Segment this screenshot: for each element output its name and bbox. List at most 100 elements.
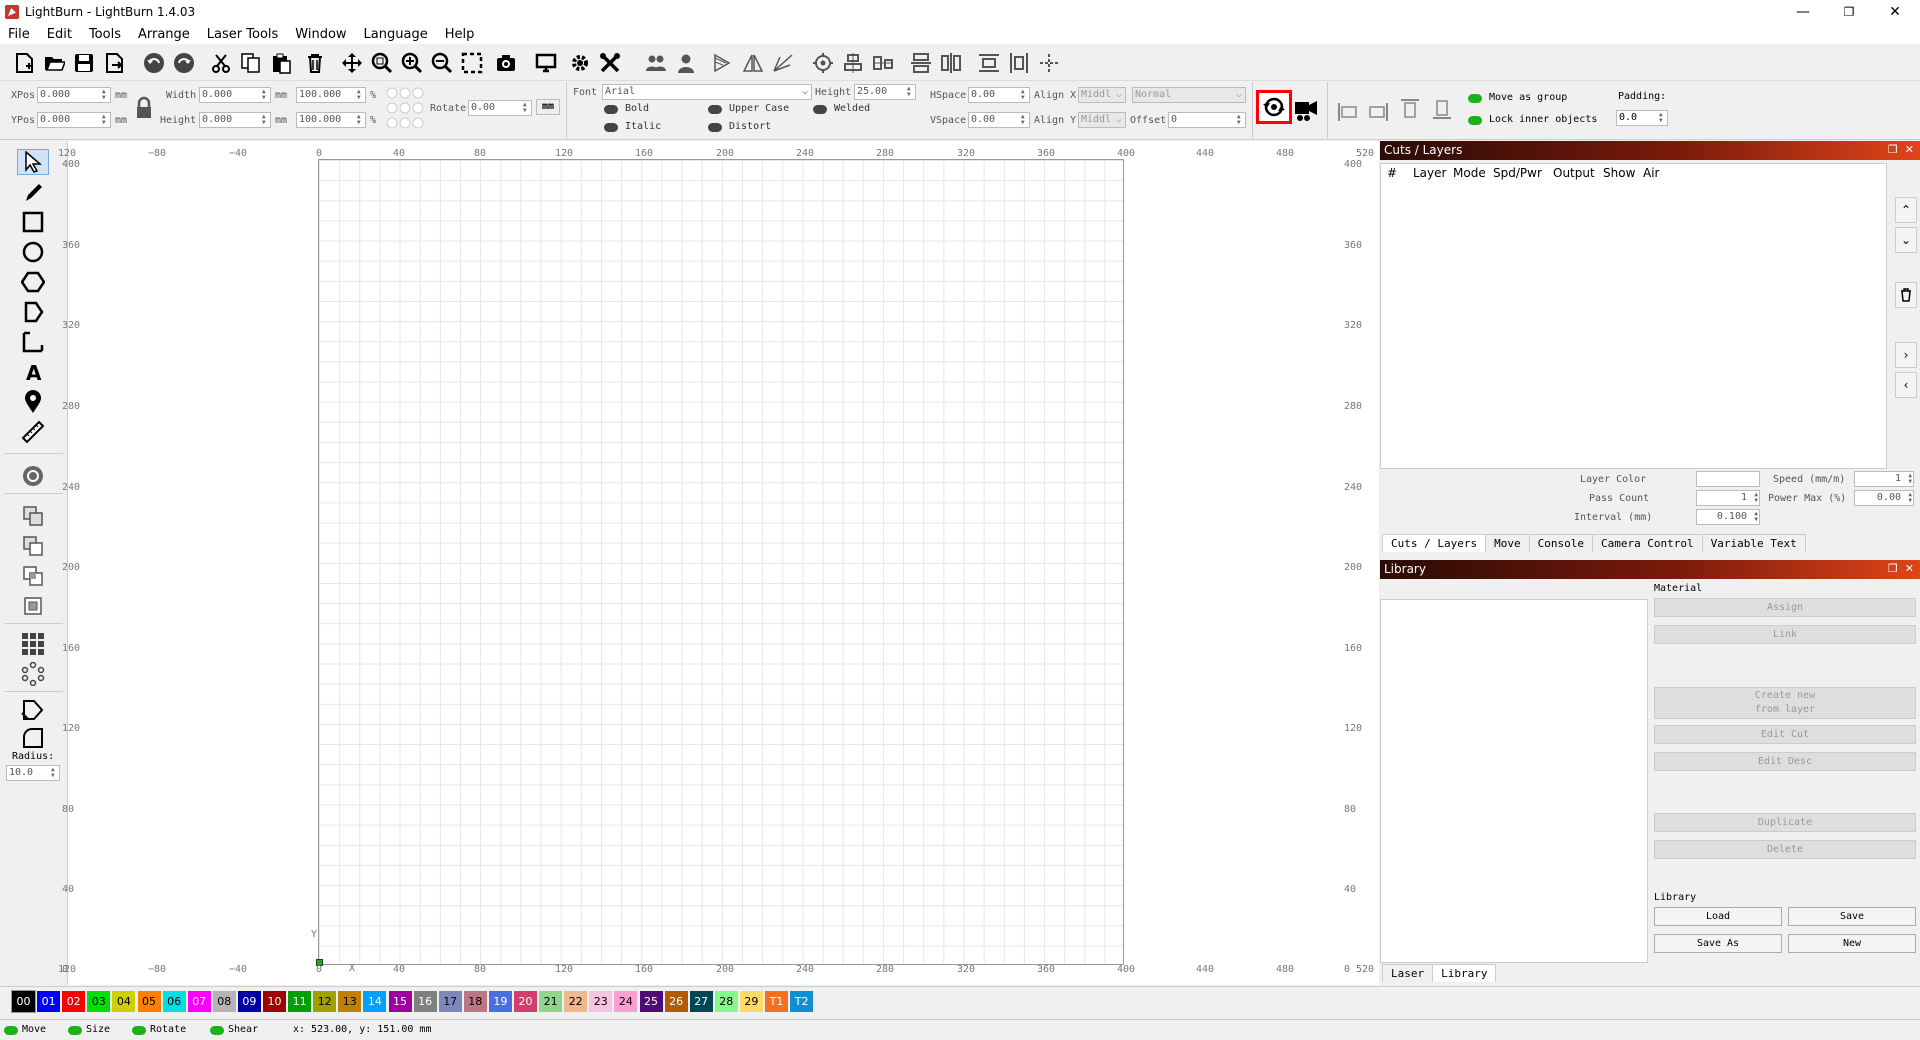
text-style-select[interactable]: Normal ⌵ (1132, 87, 1246, 103)
palette-swatch-12[interactable]: 12 (313, 991, 337, 1012)
palette-swatch-T2[interactable]: T2 (790, 991, 814, 1012)
distort-toggle[interactable] (708, 123, 722, 132)
save-icon[interactable] (71, 50, 97, 76)
save-library-button[interactable]: Save (1788, 907, 1916, 926)
move-layer-down-icon[interactable]: ⌄ (1895, 227, 1917, 253)
edit-cut-button[interactable]: Edit Cut (1654, 725, 1916, 744)
palette-swatch-06[interactable]: 06 (162, 991, 186, 1012)
delete-material-button[interactable]: Delete (1654, 840, 1916, 859)
align-top-edge-icon[interactable] (1399, 98, 1421, 124)
align-y-select[interactable]: Middl ⌵ (1078, 112, 1126, 128)
palette-swatch-T1[interactable]: T1 (765, 991, 788, 1012)
anchor-grid-icon[interactable] (386, 85, 426, 137)
align-right-edge-icon[interactable] (1367, 101, 1389, 127)
move-as-group-toggle[interactable] (1468, 94, 1482, 103)
create-from-layer-button[interactable]: Create new from layer (1654, 687, 1916, 719)
undo-icon[interactable] (141, 50, 167, 76)
shear-status-toggle[interactable] (210, 1026, 224, 1035)
pass-count-input[interactable]: 1 ▲ ▼ (1696, 490, 1760, 506)
boolean-subtract-icon[interactable] (17, 533, 49, 559)
power-max-input[interactable]: 0.00 ▲ ▼ (1854, 490, 1914, 506)
corner-radius-icon[interactable] (17, 725, 49, 751)
hspace-input[interactable]: 0.00 ▲ ▼ (968, 87, 1030, 103)
palette-swatch-07[interactable]: 07 (187, 991, 211, 1012)
xpos-input[interactable]: 0.000 ▲ ▼ (37, 87, 111, 103)
palette-swatch-02[interactable]: 02 (62, 991, 86, 1012)
mirror-icon[interactable] (740, 50, 766, 76)
speed-input[interactable]: 1 ▲ ▼ (1854, 471, 1914, 487)
palette-swatch-04[interactable]: 04 (112, 991, 136, 1012)
palette-swatch-13[interactable]: 13 (338, 991, 362, 1012)
tab-library[interactable]: Library (1432, 964, 1497, 982)
float-panel-icon[interactable]: ❐ (1888, 562, 1898, 575)
palette-swatch-19[interactable]: 19 (488, 991, 512, 1012)
paste-icon[interactable] (268, 50, 294, 76)
save-as-library-button[interactable]: Save As (1654, 934, 1782, 953)
menu-tools[interactable]: Tools (89, 27, 121, 42)
font-select[interactable]: Arial ⌵ (602, 84, 812, 100)
width-percent-input[interactable]: 100.000 ▲ ▼ (296, 87, 366, 103)
open-file-icon[interactable] (41, 50, 67, 76)
lock-inner-objects-toggle[interactable] (1468, 116, 1482, 125)
layer-color-swatch[interactable] (1696, 471, 1760, 487)
edit-desc-button[interactable]: Edit Desc (1654, 752, 1916, 771)
padding-input[interactable]: 0.0 ▲ ▼ (1616, 110, 1668, 126)
tab-console[interactable]: Console (1528, 534, 1593, 552)
polygon-tool-icon[interactable] (17, 269, 49, 295)
grid-array-icon[interactable] (17, 631, 49, 657)
close-panel-icon[interactable]: ✕ (1905, 562, 1914, 575)
offset-input[interactable]: 0 ▲ ▼ (1168, 112, 1246, 128)
export-icon[interactable] (101, 50, 127, 76)
palette-swatch-05[interactable]: 05 (137, 991, 161, 1012)
align-rows-icon[interactable] (908, 50, 934, 76)
rotate-status-toggle[interactable] (132, 1026, 146, 1035)
expand-right-icon[interactable]: › (1895, 342, 1917, 368)
machine-settings-icon[interactable] (597, 50, 623, 76)
minimize-button[interactable]: — (1780, 0, 1826, 24)
palette-swatch-24[interactable]: 24 (614, 991, 638, 1012)
menu-laser-tools[interactable]: Laser Tools (207, 27, 278, 42)
center-target-icon[interactable] (810, 50, 836, 76)
ellipse-tool-icon[interactable] (17, 239, 49, 265)
align-left-edge-icon[interactable] (1337, 101, 1359, 127)
boolean-union-icon[interactable] (17, 503, 49, 529)
select-tool-icon[interactable] (17, 149, 49, 175)
height-percent-input[interactable]: 100.000 ▲ ▼ (296, 112, 366, 128)
italic-toggle[interactable] (604, 123, 618, 132)
palette-swatch-00[interactable]: 00 (11, 990, 36, 1013)
tab-variable-text[interactable]: Variable Text (1701, 534, 1806, 552)
palette-swatch-28[interactable]: 28 (714, 991, 738, 1012)
tab-cuts-layers[interactable]: Cuts / Layers (1382, 534, 1487, 552)
settings-gear-icon[interactable] (567, 50, 593, 76)
units-toggle-button[interactable]: mm (536, 99, 560, 115)
font-height-input[interactable]: 25.00 ▲ ▼ (854, 84, 916, 100)
align-distribute-icon[interactable] (870, 50, 896, 76)
boolean-intersect-icon[interactable] (17, 563, 49, 589)
ypos-input[interactable]: 0.000 ▲ ▼ (37, 112, 111, 128)
copy-icon[interactable] (238, 50, 264, 76)
load-library-button[interactable]: Load (1654, 907, 1782, 926)
align-center-icon[interactable] (840, 50, 866, 76)
menu-arrange[interactable]: Arrange (138, 27, 190, 42)
upper-case-toggle[interactable] (708, 105, 722, 114)
new-file-icon[interactable] (11, 50, 37, 76)
tab-camera-control[interactable]: Camera Control (1591, 534, 1703, 552)
align-columns-icon[interactable] (938, 50, 964, 76)
shape-tool-icon[interactable] (17, 299, 49, 325)
menu-window[interactable]: Window (295, 27, 346, 42)
weld-icon[interactable] (17, 593, 49, 619)
redo-icon[interactable] (171, 50, 197, 76)
zoom-frame-icon[interactable] (369, 50, 395, 76)
flip-horizontal-icon[interactable] (710, 50, 736, 76)
tab-laser[interactable]: Laser (1382, 964, 1434, 982)
palette-swatch-21[interactable]: 21 (539, 991, 563, 1012)
align-bottom-edge-icon[interactable] (1431, 98, 1453, 124)
restore-button[interactable]: ❐ (1826, 0, 1872, 24)
palette-swatch-22[interactable]: 22 (564, 991, 588, 1012)
circular-array-icon[interactable] (17, 661, 49, 687)
bold-toggle[interactable] (604, 105, 618, 114)
move-status-toggle[interactable] (4, 1026, 18, 1035)
welded-toggle[interactable] (813, 105, 827, 114)
duplicate-button[interactable]: Duplicate (1654, 813, 1916, 832)
palette-swatch-27[interactable]: 27 (689, 991, 713, 1012)
